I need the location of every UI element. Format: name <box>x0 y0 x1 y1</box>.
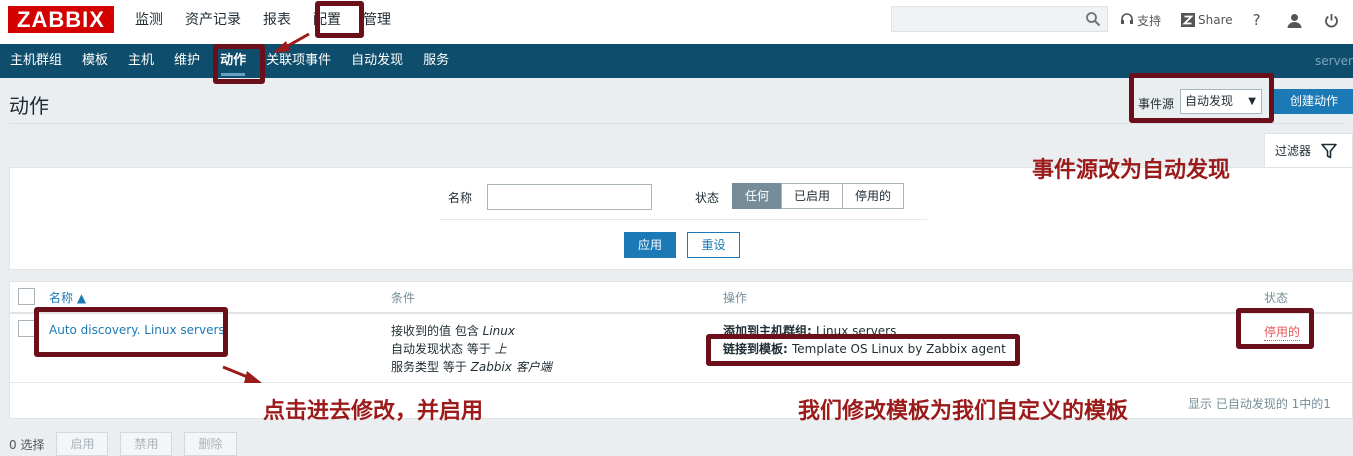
apply-button[interactable]: 应用 <box>624 232 676 258</box>
mass-delete-button[interactable]: 删除 <box>184 432 237 456</box>
filter-status-label: 状态 <box>695 191 720 205</box>
table-paging-info: 显示 已自动发现的 1中的1 <box>1188 397 1331 411</box>
filter-icon <box>1321 143 1337 158</box>
mass-disable-button[interactable]: 禁用 <box>120 432 173 456</box>
top-icon-bar: 支持 Share ? <box>1120 0 1339 40</box>
annotation-box-config-menu <box>315 1 364 38</box>
page-title: 动作 <box>9 94 49 118</box>
create-action-button[interactable]: 创建动作 <box>1274 89 1353 114</box>
annotation-box-status <box>1236 308 1314 349</box>
main-menu-monitoring[interactable]: 监测 <box>124 0 174 40</box>
share-z-icon <box>1181 13 1196 27</box>
reset-button[interactable]: 重设 <box>687 232 740 258</box>
top-bar: ZABBIX 监测 资产记录 报表 配置 管理 支持 Share ? <box>0 0 1353 44</box>
power-icon <box>1324 13 1338 27</box>
selected-count: 0 选择 <box>9 437 45 452</box>
status-option-enabled[interactable]: 已启用 <box>781 183 844 209</box>
annotation-template-note: 我们修改模板为我们自定义的模板 <box>798 399 1129 424</box>
annotation-box-template <box>706 334 1020 366</box>
sign-out-button[interactable] <box>1324 13 1339 28</box>
filter-tab[interactable]: 过滤器 <box>1264 133 1353 167</box>
filter-divider <box>440 219 927 220</box>
annotation-box-action-name <box>34 307 228 357</box>
column-header-name[interactable]: 名称 ▲ <box>49 289 86 306</box>
status-option-disabled[interactable]: 停用的 <box>842 183 905 209</box>
sub-menu-hosts[interactable]: 主机 <box>118 44 164 78</box>
sub-menu-host-groups[interactable]: 主机群组 <box>0 44 72 78</box>
status-option-any[interactable]: 任何 <box>732 183 783 209</box>
filter-tab-label: 过滤器 <box>1275 144 1312 158</box>
user-profile-button[interactable] <box>1287 13 1302 28</box>
column-header-status: 状态 <box>1264 291 1289 305</box>
mass-actions-bar: 0 选择 启用 禁用 删除 <box>9 432 249 456</box>
headset-icon <box>1121 13 1133 24</box>
search-input[interactable] <box>891 6 1108 32</box>
annotation-event-source-note: 事件源改为自动发现 <box>1032 158 1231 183</box>
header-divider <box>9 123 1344 124</box>
column-header-operations: 操作 <box>723 291 748 305</box>
annotation-box-event-source <box>1129 73 1274 123</box>
condition-line: 接收到的值 包含 Linux <box>391 324 515 338</box>
support-link[interactable]: 支持 <box>1120 12 1161 29</box>
help-icon[interactable]: ? <box>1253 11 1261 29</box>
sub-menu-templates[interactable]: 模板 <box>72 44 118 78</box>
sub-menu-discovery[interactable]: 自动发现 <box>341 44 413 78</box>
sub-menu-event-correlation[interactable]: 关联项事件 <box>256 44 341 78</box>
annotation-click-note: 点击进去修改，并启用 <box>263 399 484 424</box>
main-menu-inventory[interactable]: 资产记录 <box>174 0 252 40</box>
condition-line: 自动发现状态 等于 上 <box>391 342 507 356</box>
support-label: 支持 <box>1137 13 1162 28</box>
row-checkbox[interactable] <box>18 320 35 337</box>
sub-menu-services[interactable]: 服务 <box>413 44 459 78</box>
filter-status-toggle: 任何 已启用 停用的 <box>732 183 905 209</box>
search-icon[interactable] <box>1085 11 1101 27</box>
mass-enable-button[interactable]: 启用 <box>56 432 109 456</box>
filter-name-label: 名称 <box>448 191 473 205</box>
sub-menu-maintenance[interactable]: 维护 <box>164 44 210 78</box>
action-conditions: 接收到的值 包含 Linux 自动发现状态 等于 上 服务类型 等于 Zabbi… <box>391 322 552 376</box>
user-icon <box>1287 13 1302 28</box>
share-link[interactable]: Share <box>1181 13 1233 27</box>
table-row-divider <box>10 382 1352 383</box>
main-menu-reports[interactable]: 报表 <box>252 0 302 40</box>
column-header-conditions: 条件 <box>391 291 416 305</box>
filter-name-input[interactable] <box>487 184 652 210</box>
zabbix-logo[interactable]: ZABBIX <box>8 6 114 33</box>
server-name: server <box>1315 54 1353 68</box>
share-label: Share <box>1198 13 1233 27</box>
condition-line: 服务类型 等于 Zabbix 客户端 <box>391 360 552 374</box>
select-all-checkbox[interactable] <box>18 288 35 305</box>
annotation-box-actions-tab <box>213 44 265 84</box>
